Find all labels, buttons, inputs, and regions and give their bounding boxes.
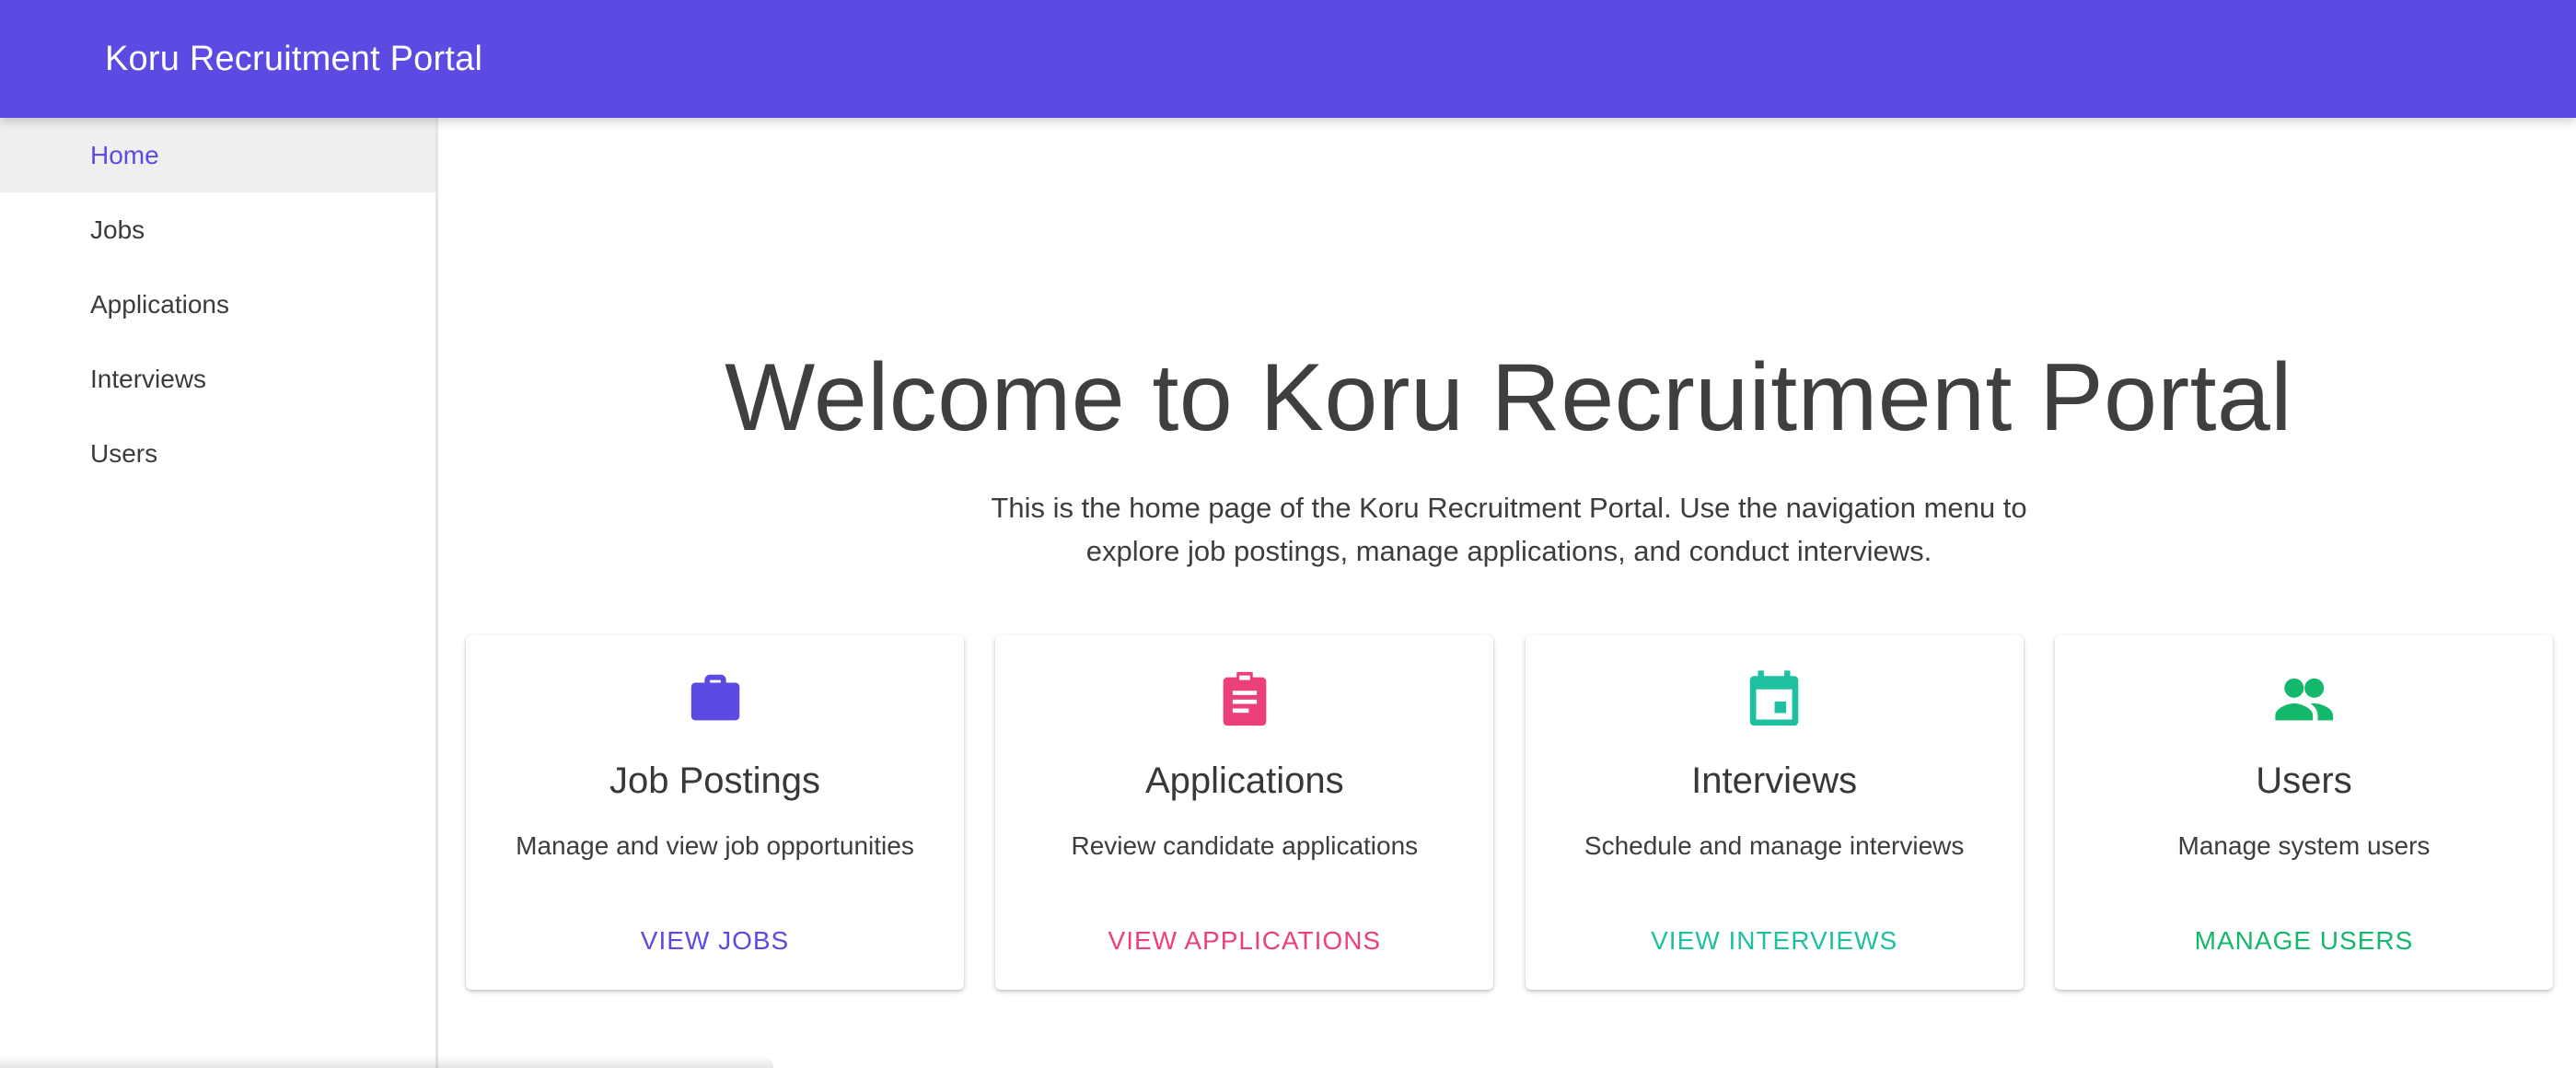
sidebar: Home Jobs Applications Interviews Users [0,118,773,1068]
manage-users-button[interactable]: MANAGE USERS [2178,921,2431,961]
clipboard-icon [1223,671,1267,726]
sidebar-item-label: Home [90,140,159,169]
card-title: Applications [1144,760,1344,801]
card-title: Job Postings [609,760,821,801]
calendar-icon [1749,670,1799,726]
page-subtitle: This is the home page of the Koru Recrui… [991,492,2027,567]
feature-cards: Job Postings Manage and view job opportu… [466,635,2553,990]
sidebar-item-label: Users [90,438,158,468]
app-title: Koru Recruitment Portal [105,39,483,78]
view-interviews-button[interactable]: VIEW INTERVIEWS [1634,921,1914,961]
card-users: Users Manage system users MANAGE USERS [2054,635,2553,990]
card-job-postings: Job Postings Manage and view job opportu… [466,635,964,990]
sidebar-item-label: Applications [90,289,229,319]
people-icon [2275,678,2334,721]
sidebar-item-label: Jobs [90,215,145,244]
card-interviews: Interviews Schedule and manage interview… [1525,635,2024,990]
briefcase-icon [690,674,739,721]
sidebar-item-label: Interviews [90,364,207,393]
card-title: Users [2256,760,2352,801]
sidebar-item-home[interactable]: Home [0,118,435,192]
sidebar-item-applications[interactable]: Applications [0,267,435,342]
card-description: Schedule and manage interviews [1584,831,1965,860]
sidebar-item-users[interactable]: Users [0,416,435,491]
main-content: Welcome to Koru Recruitment Portal This … [441,118,2576,1068]
card-applications: Applications Review candidate applicatio… [995,635,1494,990]
view-applications-button[interactable]: VIEW APPLICATIONS [1092,921,1398,961]
card-description: Review candidate applications [1071,831,1419,860]
drawer-shadow [0,1055,773,1068]
app-bar: Koru Recruitment Portal [0,0,2576,118]
card-title: Interviews [1691,760,1858,801]
card-description: Manage system users [2177,831,2431,860]
sidebar-item-interviews[interactable]: Interviews [0,342,435,416]
sidebar-item-jobs[interactable]: Jobs [0,192,435,267]
page-title: Welcome to Koru Recruitment Portal [725,344,2292,451]
card-description: Manage and view job opportunities [516,831,914,860]
view-jobs-button[interactable]: VIEW JOBS [624,921,806,961]
